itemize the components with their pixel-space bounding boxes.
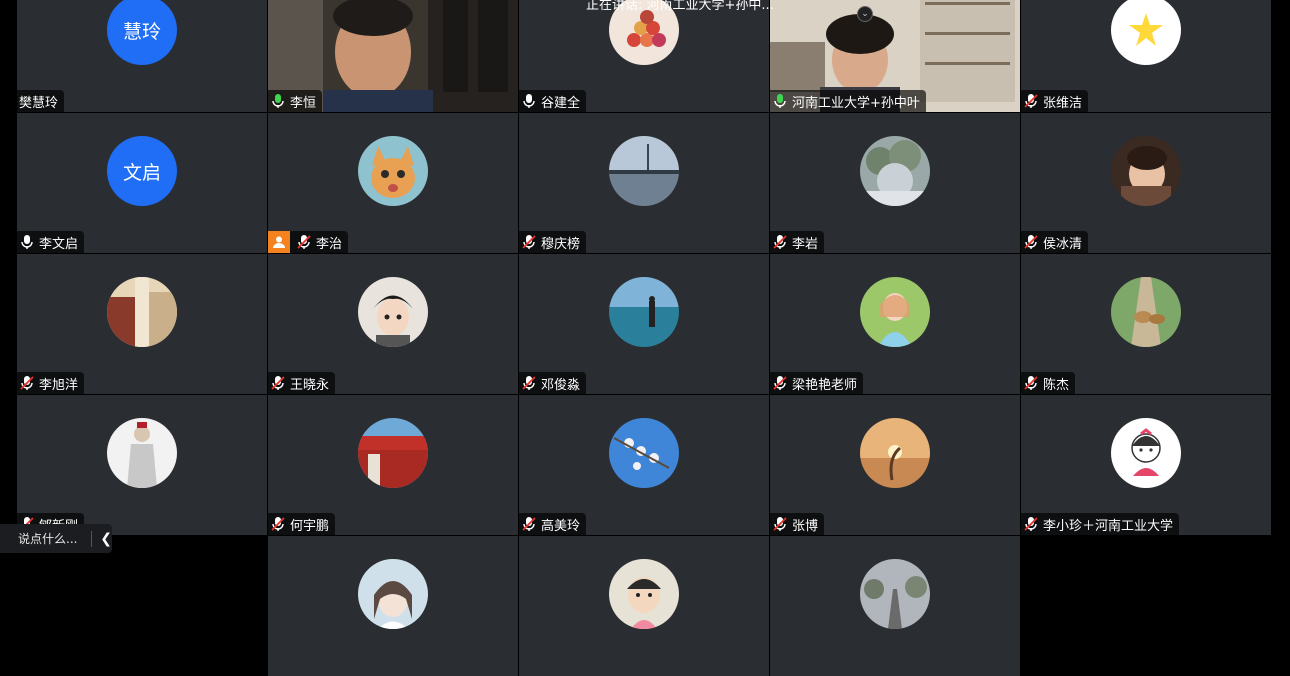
mic-icon xyxy=(523,94,535,108)
avatar xyxy=(609,559,679,629)
avatar xyxy=(860,559,930,629)
avatar xyxy=(107,418,177,488)
participant-name-bar: 梁艳艳老师 xyxy=(770,372,864,394)
participant-tile[interactable]: 李旭洋 xyxy=(17,254,267,394)
avatar xyxy=(609,136,679,206)
participant-video-tile[interactable]: 李恒 xyxy=(268,0,518,112)
participant-video-tile[interactable]: 河南工业大学+孙中叶 xyxy=(770,0,1020,112)
mic-muted-icon xyxy=(20,376,34,390)
participant-tile[interactable]: 高美玲 xyxy=(519,395,769,535)
participant-name-bar: 王晓永 xyxy=(268,372,336,394)
mic-on-icon xyxy=(272,94,284,108)
participant-tile[interactable]: 李小珍＋河南工业大学 xyxy=(1021,395,1271,535)
avatar xyxy=(609,418,679,488)
participant-name-bar: 李小珍＋河南工业大学 xyxy=(1021,513,1180,535)
participant-tile[interactable]: 郇新刚 xyxy=(17,395,267,535)
participant-tile[interactable]: 陈杰 xyxy=(1021,254,1271,394)
mic-muted-icon xyxy=(297,235,311,249)
participant-tile[interactable] xyxy=(770,536,1020,676)
avatar xyxy=(358,559,428,629)
participant-name-bar: 樊慧玲 xyxy=(17,90,65,112)
mic-muted-icon xyxy=(522,517,536,531)
mic-muted-icon xyxy=(522,376,536,390)
participant-tile[interactable] xyxy=(519,536,769,676)
participant-tile[interactable]: 梁艳艳老师 xyxy=(770,254,1020,394)
participant-name-bar: 张维洁 xyxy=(1021,90,1089,112)
participant-name-bar: 陈杰 xyxy=(1021,372,1076,394)
participant-name-bar: 何宇鹏 xyxy=(268,513,336,535)
avatar xyxy=(860,418,930,488)
participant-name-bar: 李岩 xyxy=(770,231,825,253)
participant-name-bar: 高美玲 xyxy=(519,513,587,535)
participant-name-bar: 谷建全 xyxy=(519,90,587,112)
avatar xyxy=(860,277,930,347)
avatar xyxy=(1111,277,1181,347)
avatar: 文启 xyxy=(107,136,177,206)
participant-tile[interactable]: 谷建全 xyxy=(519,0,769,112)
chat-input[interactable]: 说点什么... xyxy=(0,530,83,547)
participant-tile[interactable] xyxy=(268,536,518,676)
avatar xyxy=(358,277,428,347)
mic-muted-icon xyxy=(1024,235,1038,249)
participant-name-bar: 张博 xyxy=(770,513,825,535)
participant-name-bar: 李旭洋 xyxy=(17,372,85,394)
avatar xyxy=(609,277,679,347)
participant-tile[interactable]: 文启 李文启 xyxy=(17,113,267,253)
participant-tile[interactable]: 张博 xyxy=(770,395,1020,535)
avatar xyxy=(358,136,428,206)
avatar: 慧玲 xyxy=(107,0,177,65)
avatar xyxy=(358,418,428,488)
mic-muted-icon xyxy=(1024,376,1038,390)
participant-name-bar: 侯冰清 xyxy=(1021,231,1089,253)
participant-tile[interactable]: 王晓永 xyxy=(268,254,518,394)
mic-on-icon xyxy=(774,94,786,108)
participant-tile[interactable]: 李岩 xyxy=(770,113,1020,253)
mic-muted-icon xyxy=(773,235,787,249)
chevron-down-icon[interactable]: ⌄ xyxy=(857,6,873,22)
participant-tile[interactable]: 何宇鹏 xyxy=(268,395,518,535)
avatar xyxy=(860,136,930,206)
participant-name-bar: 李文启 xyxy=(17,231,85,253)
participant-name-bar: 河南工业大学+孙中叶 xyxy=(770,90,926,112)
divider xyxy=(91,530,93,547)
avatar xyxy=(107,277,177,347)
mic-muted-icon xyxy=(522,235,536,249)
avatar xyxy=(1111,0,1181,65)
person-icon xyxy=(268,231,290,253)
participant-name-bar: 李恒 xyxy=(268,90,323,112)
mic-icon xyxy=(21,235,33,249)
mic-muted-icon xyxy=(773,517,787,531)
mic-muted-icon xyxy=(773,376,787,390)
participant-tile[interactable]: 侯冰清 xyxy=(1021,113,1271,253)
chat-input-bar[interactable]: 说点什么... ❮ xyxy=(0,524,112,553)
participant-tile[interactable]: 张维洁 xyxy=(1021,0,1271,112)
avatar xyxy=(1111,136,1181,206)
mic-muted-icon xyxy=(271,517,285,531)
participant-tile[interactable]: 李治 xyxy=(268,113,518,253)
participant-tile[interactable]: 邓俊淼 xyxy=(519,254,769,394)
participant-name-bar: 李治 xyxy=(268,231,349,253)
participant-tile[interactable]: 慧玲 樊慧玲 xyxy=(17,0,267,112)
participant-name-bar: 邓俊淼 xyxy=(519,372,587,394)
participant-tile[interactable]: 穆庆榜 xyxy=(519,113,769,253)
mic-muted-icon xyxy=(271,376,285,390)
chevron-left-icon[interactable]: ❮ xyxy=(100,531,112,547)
avatar xyxy=(1111,418,1181,488)
mic-muted-icon xyxy=(1024,517,1038,531)
active-speaker-banner: 正在讲话: 河南工业大学+孙中... xyxy=(586,0,774,13)
mic-muted-icon xyxy=(1024,94,1038,108)
participant-name-bar: 穆庆榜 xyxy=(519,231,587,253)
